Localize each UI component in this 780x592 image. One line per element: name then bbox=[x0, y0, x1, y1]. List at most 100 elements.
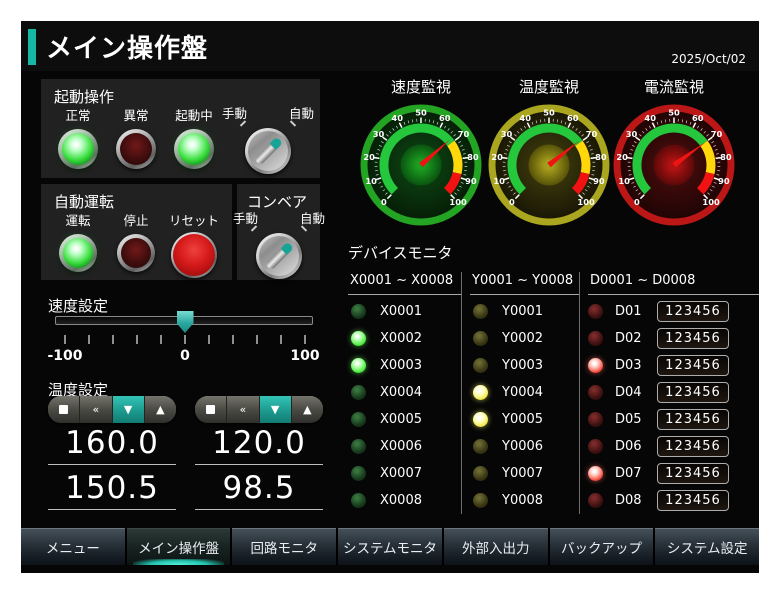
lamp-label-run: 運転 bbox=[65, 210, 90, 229]
device-label: Y0006 bbox=[502, 439, 543, 454]
tab-system-monitor[interactable]: システムモニタ bbox=[338, 528, 442, 565]
temp-stop-button-2[interactable] bbox=[195, 396, 227, 423]
temp-down-button-1[interactable]: ▼ bbox=[113, 396, 145, 423]
conveyor-mode-switch-left-label: 手動 bbox=[233, 208, 258, 227]
x-lamp-off bbox=[351, 412, 366, 427]
x-lamp-off bbox=[351, 493, 366, 508]
svg-text:100: 100 bbox=[702, 197, 720, 207]
lamp-normal bbox=[58, 129, 98, 169]
d-lamp-off bbox=[588, 331, 603, 346]
device-label: D06 bbox=[615, 439, 649, 454]
start-mode-switch-knob[interactable] bbox=[245, 128, 291, 174]
monitor-row: D04 123456 bbox=[588, 379, 759, 406]
svg-text:10: 10 bbox=[618, 176, 630, 186]
tab-backup[interactable]: バックアップ bbox=[550, 528, 654, 565]
svg-text:40: 40 bbox=[519, 113, 531, 123]
device-label: D02 bbox=[615, 331, 649, 346]
gauge-current-dial: 0102030405060708090100 bbox=[613, 104, 735, 226]
svg-text:0: 0 bbox=[509, 197, 515, 207]
device-value-box: 123456 bbox=[657, 463, 729, 484]
y-lamp-off bbox=[473, 493, 488, 508]
tab-system-settings[interactable]: システム設定 bbox=[655, 528, 759, 565]
slider-tick bbox=[136, 335, 138, 344]
monitor-row: Y0008 bbox=[470, 487, 579, 514]
svg-text:80: 80 bbox=[595, 152, 607, 162]
device-label: Y0004 bbox=[502, 385, 543, 400]
d-lamp-off bbox=[588, 439, 603, 454]
temp-button-group-1: «▼▲ bbox=[48, 396, 176, 423]
svg-text:30: 30 bbox=[626, 129, 638, 139]
svg-text:30: 30 bbox=[501, 129, 513, 139]
svg-text:100: 100 bbox=[577, 197, 595, 207]
monitor-column-d-header: D0001 ~ D0008 bbox=[588, 272, 759, 295]
device-label: X0002 bbox=[380, 331, 422, 346]
temp-value-setpoint-2[interactable]: 120.0 bbox=[195, 425, 323, 465]
x-lamp-on bbox=[351, 331, 366, 346]
device-label: D07 bbox=[615, 466, 649, 481]
tab-menu[interactable]: メニュー bbox=[21, 528, 125, 565]
conveyor-mode-switch-knob-face bbox=[259, 236, 299, 276]
monitor-y-rows: Y0001Y0002Y0003Y0004Y0005Y0006Y0007Y0008 bbox=[470, 298, 579, 514]
lamp-block-starting: 起動中 bbox=[165, 105, 223, 169]
svg-text:80: 80 bbox=[720, 152, 732, 162]
device-label: D04 bbox=[615, 385, 649, 400]
svg-text:90: 90 bbox=[593, 176, 605, 186]
svg-text:100: 100 bbox=[449, 197, 467, 207]
tab-external-io[interactable]: 外部入出力 bbox=[444, 528, 548, 565]
temp-up-button-2[interactable]: ▲ bbox=[292, 396, 323, 423]
device-label: X0008 bbox=[380, 493, 422, 508]
y-lamp-on bbox=[473, 385, 488, 400]
slider-tick bbox=[160, 335, 162, 344]
y-lamp-off bbox=[473, 331, 488, 346]
lamp-stop[interactable] bbox=[117, 234, 155, 272]
y-lamp-off bbox=[473, 439, 488, 454]
speed-slider-ticks bbox=[64, 335, 306, 344]
monitor-row: X0006 bbox=[348, 433, 461, 460]
device-value-box: 123456 bbox=[657, 409, 729, 430]
lamp-block-run: 運転 bbox=[49, 210, 107, 278]
tab-circuit-monitor[interactable]: 回路モニタ bbox=[232, 528, 336, 565]
temp-up-button-1[interactable]: ▲ bbox=[145, 396, 176, 423]
monitor-row: D02 123456 bbox=[588, 325, 759, 352]
svg-text:80: 80 bbox=[467, 152, 479, 162]
device-label: Y0001 bbox=[502, 304, 543, 319]
svg-text:70: 70 bbox=[711, 129, 723, 139]
gauge-speed: 速度監視0102030405060708090100 bbox=[359, 76, 483, 230]
temp-down-button-2[interactable]: ▼ bbox=[260, 396, 292, 423]
lamp-block-error: 異常 bbox=[107, 105, 165, 169]
device-value-box: 123456 bbox=[657, 328, 729, 349]
y-lamp-off bbox=[473, 304, 488, 319]
reset-button[interactable] bbox=[171, 232, 217, 278]
gauge-temperature-dial: 0102030405060708090100 bbox=[488, 104, 610, 226]
device-label: Y0005 bbox=[502, 412, 543, 427]
temp-value-process-1: 150.5 bbox=[48, 470, 176, 510]
speed-slider-thumb[interactable] bbox=[177, 311, 194, 333]
device-value-box: 123456 bbox=[657, 382, 729, 403]
temp-rewind-button-1[interactable]: « bbox=[80, 396, 112, 423]
gauge-speed-dial: 0102030405060708090100 bbox=[360, 104, 482, 226]
conveyor-mode-switch-knob[interactable] bbox=[256, 233, 302, 279]
device-monitor-columns: X0001 ~ X0008X0001X0002X0003X0004X0005X0… bbox=[348, 272, 759, 514]
x-lamp-off bbox=[351, 304, 366, 319]
slider-tick bbox=[232, 335, 234, 344]
svg-text:0: 0 bbox=[634, 197, 640, 207]
device-label: Y0002 bbox=[502, 331, 543, 346]
lamp-label-normal: 正常 bbox=[65, 105, 90, 124]
slider-tick bbox=[256, 335, 258, 344]
device-label: X0006 bbox=[380, 439, 422, 454]
conveyor-mode-switch-labels: 手動自動 bbox=[231, 208, 327, 227]
monitor-row: D05123456 bbox=[588, 406, 759, 433]
temp-value-setpoint-1[interactable]: 160.0 bbox=[48, 425, 176, 465]
start-mode-switch-left-label: 手動 bbox=[222, 103, 247, 122]
tab-main-panel[interactable]: メイン操作盤 bbox=[127, 528, 231, 565]
temp-stop-button-1[interactable] bbox=[48, 396, 80, 423]
start-mode-switch: 手動自動 bbox=[220, 103, 316, 174]
panel-auto-run: 自動運転 運転停止リセット bbox=[41, 184, 232, 280]
monitor-column-x: X0001 ~ X0008X0001X0002X0003X0004X0005X0… bbox=[348, 272, 461, 514]
device-label: X0004 bbox=[380, 385, 422, 400]
x-lamp-on bbox=[351, 358, 366, 373]
temp-rewind-button-2[interactable]: « bbox=[227, 396, 259, 423]
lamp-run[interactable] bbox=[59, 234, 97, 272]
monitor-x-rows: X0001X0002X0003X0004X0005X0006X0007X0008 bbox=[348, 298, 461, 514]
device-value-box: 123456 bbox=[657, 355, 729, 376]
